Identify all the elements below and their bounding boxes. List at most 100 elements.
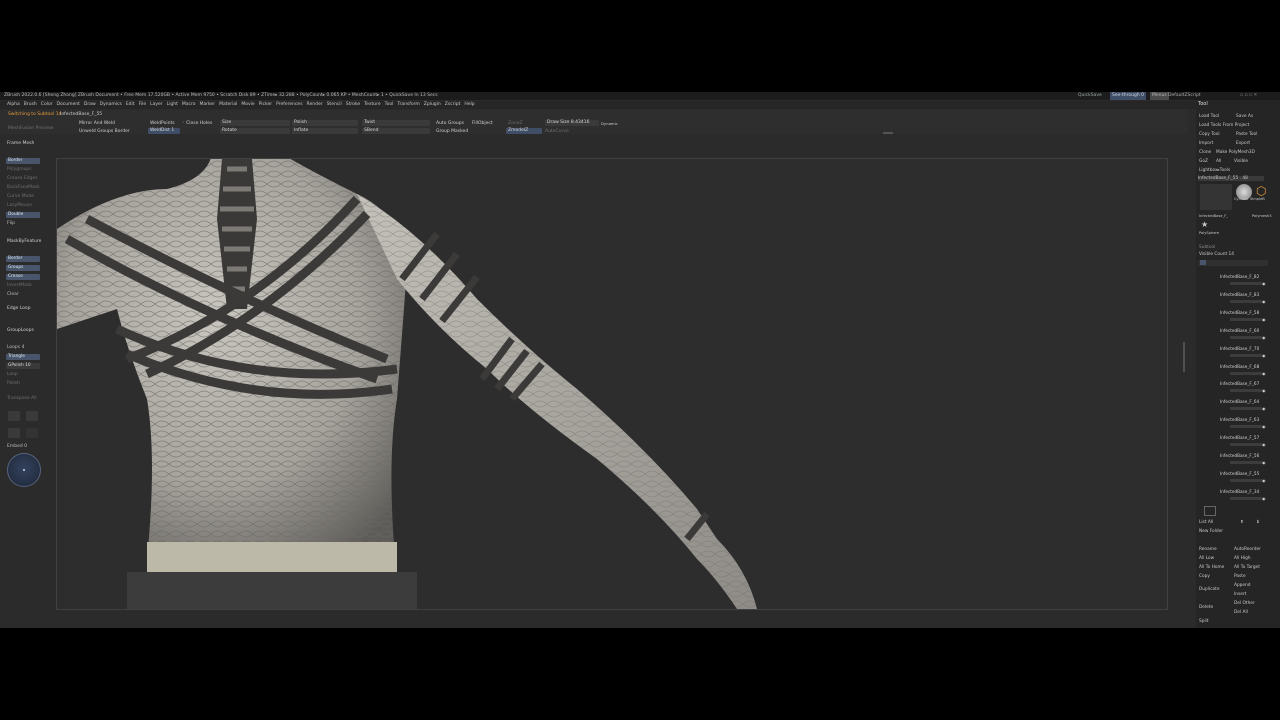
del-other-button[interactable]: Del Other <box>1234 601 1255 606</box>
subtool-item[interactable]: InfectedBase_F_68 ◉ <box>1216 364 1266 379</box>
auto-groups-button[interactable]: Auto Groups <box>436 121 464 126</box>
arrow-up-icon[interactable]: ⬆ <box>1240 520 1244 525</box>
frame-mesh-button[interactable]: Frame Mesh <box>7 141 34 146</box>
tool-thumbnail-figure[interactable] <box>1200 184 1232 210</box>
polygroups-toggle[interactable]: Polygroups <box>7 167 32 172</box>
gpolish-slider[interactable]: GPolish 10 <box>6 363 40 369</box>
menu-picker[interactable]: Picker <box>259 101 272 109</box>
subtool-item[interactable]: InfectedBase_F_67 ◉ <box>1216 381 1266 396</box>
invert-mask-button[interactable]: InvertMask <box>7 283 32 288</box>
window-controls[interactable]: ▫ ▫ ▫ ✕ <box>1240 92 1257 100</box>
zmodelz-button[interactable]: ZmodelZ <box>506 128 542 134</box>
menu-layer[interactable]: Layer <box>150 101 163 109</box>
settings-icon[interactable] <box>26 428 38 438</box>
subtool-item[interactable]: InfectedBase_F_58 ◉ <box>1216 310 1266 325</box>
export-button[interactable]: Export <box>1236 141 1250 146</box>
crease-edges-toggle[interactable]: Crease Edges <box>7 176 38 181</box>
curve-mode-toggle[interactable]: Curve Mode <box>7 194 34 199</box>
auto-reorder-button[interactable]: AutoReorder <box>1234 547 1261 552</box>
menu-brush[interactable]: Brush <box>24 101 37 109</box>
embed-slider[interactable]: Embed 0 <box>7 444 27 449</box>
lazy-mouse-toggle[interactable]: LazyMouse <box>7 203 32 208</box>
grid-icon[interactable] <box>8 411 20 421</box>
menu-color[interactable]: Color <box>41 101 53 109</box>
sphere-icon[interactable] <box>26 411 38 421</box>
rotate-slider[interactable]: Rotate <box>220 128 290 134</box>
list-all-button[interactable]: List All <box>1199 520 1213 525</box>
backface-mask-toggle[interactable]: BackFaceMask <box>7 185 40 190</box>
double-toggle[interactable]: Double <box>6 212 40 218</box>
transpose-all-button[interactable]: Transpose All <box>7 396 37 401</box>
save-as-button[interactable]: Save As <box>1236 114 1253 119</box>
eye-icon[interactable]: ◉ <box>1262 406 1266 411</box>
eye-icon[interactable]: ◉ <box>1262 442 1266 447</box>
menu-transform[interactable]: Transform <box>397 101 419 109</box>
mask-border-toggle[interactable]: Border <box>6 256 40 262</box>
3d-viewport[interactable] <box>56 158 1168 610</box>
draw-size-slider[interactable]: Draw Size 8.43416 <box>545 120 599 126</box>
inflate-slider[interactable]: Inflate <box>292 128 358 134</box>
dynamic-toggle[interactable]: Dynamic <box>601 121 618 126</box>
loop-toggle[interactable]: Loop <box>7 372 18 377</box>
menu-material[interactable]: Material <box>219 101 237 109</box>
unweld-button[interactable]: Unweld Groups Border <box>79 129 130 134</box>
menus-toggle[interactable]: Menus <box>1150 92 1169 100</box>
subtool-item[interactable]: InfectedBase_F_34 ◉ <box>1216 489 1266 504</box>
insert-button[interactable]: Insert <box>1234 592 1246 597</box>
eye-icon[interactable]: ◉ <box>1262 299 1266 304</box>
arrow-down-icon[interactable]: ⬇ <box>1256 520 1260 525</box>
v1-button[interactable] <box>1200 260 1206 265</box>
eye-icon[interactable]: ◉ <box>1262 424 1266 429</box>
menu-tool[interactable]: Tool <box>385 101 394 109</box>
mirror-weld-button[interactable]: Mirror And Weld <box>79 121 115 126</box>
folder-icon[interactable] <box>1204 506 1216 516</box>
make-polymesh-button[interactable]: Make PolyMesh3D <box>1216 150 1255 155</box>
polymesh-thumbnail-icon[interactable]: ⬡ <box>1256 184 1268 198</box>
menu-marker[interactable]: Marker <box>200 101 216 109</box>
menu-light[interactable]: Light <box>167 101 178 109</box>
menu-preferences[interactable]: Preferences <box>276 101 302 109</box>
fill-object-button[interactable]: FillObject <box>472 121 493 126</box>
eye-icon[interactable]: ◉ <box>1262 460 1266 465</box>
subtool-item[interactable]: InfectedBase_F_64 ◉ <box>1216 399 1266 414</box>
rename-button[interactable]: Rename <box>1199 547 1217 552</box>
menu-help[interactable]: Help <box>464 101 474 109</box>
mask-crease-toggle[interactable]: Crease <box>6 274 40 280</box>
subtool-item[interactable]: InfectedBase_F_55 ◉ <box>1216 471 1266 486</box>
copy-button[interactable]: Copy <box>1199 574 1210 579</box>
eye-icon[interactable]: ◉ <box>1262 353 1266 358</box>
subtool-item[interactable]: InfectedBase_F_57 ◉ <box>1216 435 1266 450</box>
load-tool-button[interactable]: Load Tool <box>1199 114 1219 119</box>
autocurve-button[interactable]: AutoCurve <box>545 129 569 134</box>
menu-movie[interactable]: Movie <box>241 101 254 109</box>
close-holes-button[interactable]: ◦ Close Holes <box>182 121 212 126</box>
eye-icon[interactable]: ◉ <box>1262 388 1266 393</box>
eye-icon[interactable]: ◉ <box>1262 496 1266 501</box>
subtool-item[interactable]: InfectedBase_F_56 ◉ <box>1216 453 1266 468</box>
goz-button[interactable]: GoZ <box>1199 159 1208 164</box>
zonez-button[interactable]: ZoneZ <box>508 121 523 126</box>
subtool-item[interactable]: InfectedBase_F_83 ◉ <box>1216 292 1266 307</box>
clear-button[interactable]: Clear <box>7 292 19 297</box>
menu-texture[interactable]: Texture <box>364 101 380 109</box>
visible-count-slider[interactable]: Visible Count 14 <box>1199 252 1234 257</box>
default-zscript-button[interactable]: DefaultZScript <box>1168 92 1201 100</box>
split-button[interactable]: Split <box>1199 619 1209 624</box>
copy-tool-button[interactable]: Copy Tool <box>1199 132 1220 137</box>
delete-button[interactable]: Delete <box>1199 605 1213 610</box>
star-icon[interactable]: ★ <box>1201 220 1208 229</box>
menu-alpha[interactable]: Alpha <box>7 101 20 109</box>
duplicate-button[interactable]: Duplicate <box>1199 587 1219 592</box>
subtool-item[interactable]: InfectedBase_F_60 ◉ <box>1216 328 1266 343</box>
eye-icon[interactable]: ◉ <box>1262 371 1266 376</box>
menu-zplugin[interactable]: Zplugin <box>424 101 441 109</box>
border-toggle[interactable]: Border <box>6 158 40 164</box>
clone-button[interactable]: Clone <box>1199 150 1211 155</box>
menu-dynamics[interactable]: Dynamics <box>100 101 122 109</box>
load-tools-project-button[interactable]: Load Tools From Project <box>1199 123 1249 128</box>
edge-loop-button[interactable]: Edge Loop <box>7 306 31 311</box>
subtool-item[interactable]: InfectedBase_F_70 ◉ <box>1216 346 1266 361</box>
paste-button[interactable]: Paste <box>1234 574 1246 579</box>
all-button[interactable]: All <box>1216 159 1221 164</box>
camera-icon[interactable] <box>8 428 20 438</box>
